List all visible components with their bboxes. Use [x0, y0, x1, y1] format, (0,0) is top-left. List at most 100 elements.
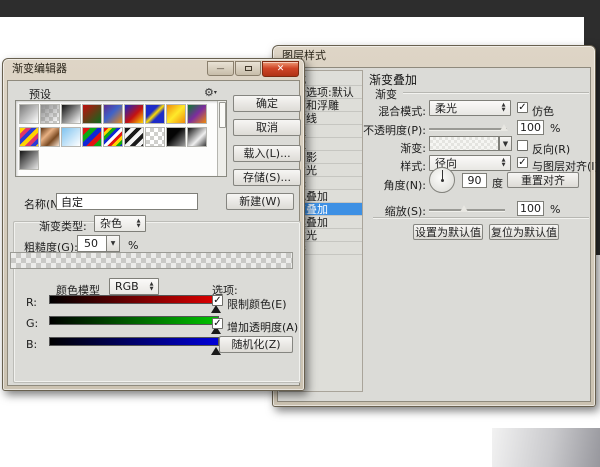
angle-center-dot [441, 179, 444, 182]
gradient-preset-swatch[interactable] [103, 127, 123, 147]
maximize-icon [244, 66, 252, 71]
close-button[interactable]: ✕ [262, 61, 299, 77]
channel-r-bar[interactable] [49, 295, 219, 304]
reverse-label: 反向(R) [532, 143, 571, 156]
gradient-preset-swatch[interactable] [61, 104, 81, 124]
gradient-preset-swatch[interactable] [187, 127, 207, 147]
channel-g-bar[interactable] [49, 316, 219, 325]
screenshot-root: 图层样式 样式 混合选项:默认 斜面和浮雕 等高线 纹理 描边 内阴影 内发光 … [0, 0, 600, 467]
spinner-arrow-icon[interactable]: ▼ [106, 236, 119, 251]
gradient-preset-swatch[interactable] [19, 104, 39, 124]
gradient-preset-swatch[interactable] [61, 127, 81, 147]
gradient-preset-swatch[interactable] [40, 127, 60, 147]
color-model-select[interactable]: RGB ▲ ▼ [109, 278, 159, 295]
add-transparency-label: 增加透明度(A) [227, 321, 299, 334]
noise-gradient-strip[interactable] [10, 252, 293, 269]
app-dark-bar [0, 0, 600, 17]
maximize-button[interactable] [235, 61, 261, 76]
scale-slider-thumb[interactable] [460, 205, 468, 212]
gradient-preset-swatch[interactable] [82, 127, 102, 147]
combo-arrows-icon: ▲ ▼ [149, 281, 154, 292]
gradient-preset-swatch[interactable] [166, 127, 186, 147]
channel-r-thumb[interactable] [211, 305, 221, 313]
scale-value[interactable]: 100 [517, 201, 544, 216]
opacity-slider-thumb[interactable] [500, 124, 508, 131]
document-preview [492, 428, 600, 467]
preset-scrollbar[interactable] [217, 101, 226, 176]
gradient-preset-swatch[interactable] [124, 127, 144, 147]
blend-mode-select[interactable]: 柔光 ▲ ▼ [429, 100, 511, 116]
style-label: 样式: [400, 160, 426, 173]
restrict-colors-checkbox[interactable]: ✓ [212, 295, 223, 306]
close-icon: ✕ [276, 64, 285, 74]
gradient-preset-swatch[interactable] [19, 127, 39, 147]
align-checkbox[interactable]: ✓ [517, 157, 528, 168]
layer-style-dialog: 图层样式 样式 混合选项:默认 斜面和浮雕 等高线 纹理 描边 内阴影 内发光 … [272, 45, 599, 407]
new-button[interactable]: 新建(W) [226, 193, 294, 210]
dither-label: 仿色 [532, 105, 554, 118]
combo-arrows-icon: ▲ ▼ [136, 218, 141, 229]
combo-arrows-icon: ▲ ▼ [501, 157, 506, 168]
gradient-preset-swatch[interactable] [19, 150, 39, 170]
add-transparency-checkbox[interactable]: ✓ [212, 318, 223, 329]
gradient-label: 渐变: [400, 142, 426, 155]
preset-box [15, 100, 227, 177]
blend-mode-label: 混合模式: [378, 105, 426, 118]
gradient-editor-client: 预设 ⚙▾ 确定 取消 载入(L)... 存储(S)... 名称(N): 自定 … [7, 80, 301, 386]
window-controls: — ✕ [207, 61, 299, 77]
reset-align-button[interactable]: 重置对齐 [507, 172, 579, 188]
layer-style-titlebar[interactable]: 图层样式 [273, 46, 595, 65]
opacity-unit: % [550, 122, 561, 135]
preset-menu-button[interactable]: ⚙▾ [204, 86, 217, 99]
opacity-slider[interactable] [429, 128, 507, 131]
minimize-icon: — [216, 64, 225, 73]
angle-value[interactable]: 90 [462, 173, 487, 188]
gradient-preset-swatch[interactable] [145, 104, 165, 124]
gradient-preset-swatch[interactable] [82, 104, 102, 124]
opacity-value[interactable]: 100 [517, 120, 544, 135]
gear-icon: ⚙ [204, 86, 214, 99]
gradient-type-select[interactable]: 杂色 ▲ ▼ [94, 215, 146, 232]
gradient-preview-swatch[interactable] [429, 136, 499, 151]
reset-default-button[interactable]: 复位为默认值 [489, 224, 559, 240]
reverse-checkbox[interactable] [517, 140, 528, 151]
gradient-preset-swatch[interactable] [145, 127, 165, 147]
opacity-label: 不透明度(P): [363, 124, 426, 137]
name-input[interactable] [56, 193, 198, 210]
channel-g-label: G: [26, 317, 39, 330]
menu-arrow-icon: ▾ [213, 89, 217, 96]
preset-scrollbar-thumb[interactable] [219, 102, 226, 128]
set-default-button[interactable]: 设置为默认值 [413, 224, 483, 240]
layer-style-client: 样式 混合选项:默认 斜面和浮雕 等高线 纹理 描边 内阴影 内发光 光泽 颜色… [277, 67, 599, 402]
cancel-button[interactable]: 取消 [233, 119, 301, 136]
gradient-dropdown-arrow[interactable]: ▼ [499, 136, 512, 151]
gradient-editor-title: 渐变编辑器 [12, 62, 67, 75]
gradient-type-label: 渐变类型: [39, 220, 87, 233]
gradient-preset-swatch[interactable] [40, 104, 60, 124]
minimize-button[interactable]: — [207, 61, 234, 76]
angle-label: 角度(N): [383, 179, 426, 192]
gradient-preset-swatch[interactable] [103, 104, 123, 124]
gradient-group-label: 渐变 [375, 88, 397, 101]
gradient-preset-swatch[interactable] [124, 104, 144, 124]
ok-button[interactable]: 确定 [233, 95, 301, 112]
channel-r-label: R: [26, 296, 38, 309]
randomize-button[interactable]: 随机化(Z) [219, 336, 293, 353]
angle-unit: 度 [492, 177, 503, 190]
dither-checkbox[interactable]: ✓ [517, 102, 528, 113]
restrict-colors-label: 限制颜色(E) [227, 298, 287, 311]
gradient-preset-swatch[interactable] [187, 104, 207, 124]
channel-b-bar[interactable] [49, 337, 219, 346]
angle-dial[interactable] [429, 167, 455, 193]
save-button[interactable]: 存储(S)... [233, 169, 301, 186]
load-button[interactable]: 载入(L)... [233, 145, 301, 162]
group-divider [403, 92, 589, 94]
roughness-unit: % [128, 239, 139, 252]
section-divider [373, 217, 589, 219]
combo-arrows-icon: ▲ ▼ [501, 102, 506, 113]
scale-unit: % [550, 203, 561, 216]
gradient-editor-dialog: 渐变编辑器 — ✕ 预设 ⚙▾ 确定 取消 载入(L)... 存储(S)... … [2, 58, 305, 391]
gradient-preset-swatch[interactable] [166, 104, 186, 124]
channel-b-label: B: [26, 338, 38, 351]
roughness-spinner[interactable]: 50 ▼ [77, 235, 120, 252]
